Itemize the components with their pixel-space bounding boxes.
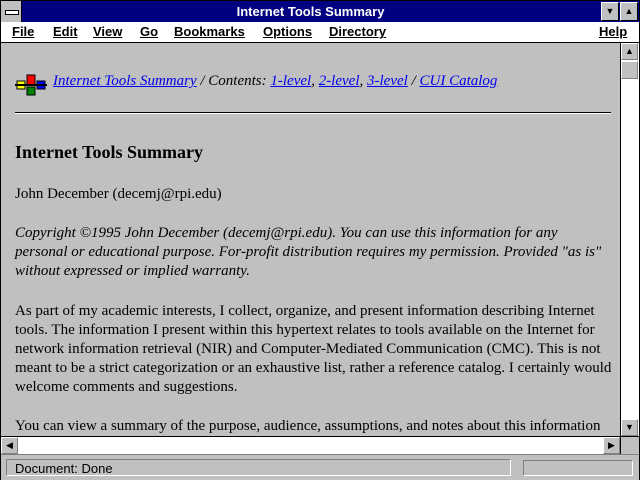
level3-link[interactable]: 3-level bbox=[367, 73, 408, 89]
cui-catalog-link[interactable]: CUI Catalog bbox=[419, 73, 497, 89]
menu-edit[interactable]: Edit bbox=[53, 24, 78, 39]
scroll-left-button[interactable]: ◀ bbox=[1, 437, 18, 454]
level2-link[interactable]: 2-level bbox=[319, 73, 360, 89]
menu-view[interactable]: View bbox=[93, 24, 122, 39]
view-summary-paragraph: You can view a summary of the purpose, a… bbox=[15, 418, 601, 434]
system-menu-button[interactable] bbox=[1, 1, 22, 22]
progress-indicator bbox=[523, 460, 633, 476]
scroll-up-button[interactable]: ▲ bbox=[621, 43, 638, 60]
browser-window: Internet Tools Summary ▼ ▲ File Edit Vie… bbox=[0, 0, 640, 480]
home-link[interactable]: Internet Tools Summary bbox=[53, 73, 197, 89]
minimize-button[interactable]: ▼ bbox=[601, 2, 619, 21]
menu-go[interactable]: Go bbox=[140, 24, 158, 39]
document-content[interactable]: Internet Tools Summary / Contents: 1-lev… bbox=[1, 43, 620, 436]
scroll-right-button[interactable]: ▶ bbox=[603, 437, 620, 454]
menu-options[interactable]: Options bbox=[263, 24, 312, 39]
title-bar[interactable]: Internet Tools Summary ▼ ▲ bbox=[1, 1, 639, 22]
menu-bar: File Edit View Go Bookmarks Options Dire… bbox=[1, 22, 639, 43]
status-bar: Document: Done bbox=[1, 454, 639, 480]
menu-help[interactable]: Help bbox=[599, 24, 627, 39]
intro-paragraph: As part of my academic interests, I coll… bbox=[15, 303, 612, 395]
menu-file[interactable]: File bbox=[12, 24, 34, 39]
window-title: Internet Tools Summary bbox=[236, 4, 385, 19]
contents-label: / Contents: bbox=[196, 73, 271, 89]
nav-separator: , bbox=[359, 73, 367, 89]
maximize-button[interactable]: ▲ bbox=[620, 2, 638, 21]
status-text: Document: Done bbox=[6, 459, 511, 476]
tools-logo-icon bbox=[15, 74, 47, 96]
horizontal-rule bbox=[15, 112, 611, 114]
vertical-scroll-thumb[interactable] bbox=[621, 61, 638, 79]
menu-directory[interactable]: Directory bbox=[329, 24, 386, 39]
scrollbar-corner bbox=[620, 436, 639, 454]
level1-link[interactable]: 1-level bbox=[270, 73, 311, 89]
horizontal-scrollbar[interactable]: ◀ ▶ bbox=[1, 436, 620, 454]
author-line: John December (decemj@rpi.edu) bbox=[15, 186, 222, 202]
copyright-notice: Copyright ©1995 John December (decemj@rp… bbox=[15, 225, 602, 279]
nav-separator: , bbox=[311, 73, 319, 89]
scroll-down-button[interactable]: ▼ bbox=[621, 419, 638, 436]
menu-bookmarks[interactable]: Bookmarks bbox=[174, 24, 245, 39]
system-menu-icon bbox=[5, 10, 19, 15]
contents-nav: Internet Tools Summary / Contents: 1-lev… bbox=[53, 73, 497, 90]
vertical-scrollbar[interactable]: ▲ ▼ bbox=[620, 43, 639, 436]
nav-separator: / bbox=[407, 73, 420, 89]
page-heading: Internet Tools Summary bbox=[15, 142, 204, 162]
